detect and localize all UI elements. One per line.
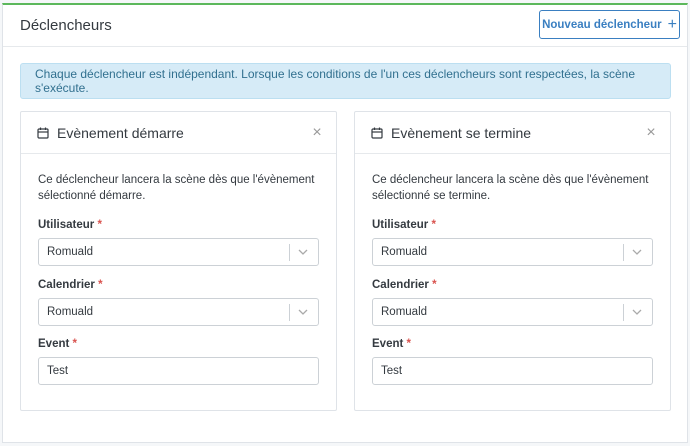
event-label: Event * [38,338,77,350]
info-alert-text: Chaque déclencheur est indépendant. Lors… [35,67,636,95]
user-label-text: Utilisateur [372,219,429,231]
calendar-label-text: Calendrier [38,279,95,291]
select-separator [289,304,290,321]
calendar-select[interactable]: Romuald [372,298,653,326]
trigger-card-event-start: Evènement démarre × Ce déclencheur lance… [20,111,337,411]
trigger-card-event-end: Evènement se termine × Ce déclencheur la… [354,111,671,411]
triggers-panel: Déclencheurs Nouveau déclencheur + Chaqu… [2,3,688,443]
user-select-value: Romuald [47,246,94,258]
chevron-down-icon [298,309,308,315]
info-alert: Chaque déclencheur est indépendant. Lors… [20,63,671,99]
user-label-text: Utilisateur [38,219,95,231]
card-title: Evènement démarre [57,125,184,141]
user-select[interactable]: Romuald [38,238,319,266]
chevron-down-icon [632,249,642,255]
calendar-label: Calendrier * [372,279,437,291]
event-label-text: Event [372,338,404,350]
card-title: Evènement se termine [391,125,532,141]
required-mark: * [406,338,412,350]
close-icon[interactable]: × [644,125,658,141]
required-mark: * [432,279,437,291]
required-mark: * [72,338,78,350]
user-select-value: Romuald [381,246,428,258]
plus-icon: + [667,15,677,33]
panel-title: Déclencheurs [20,17,112,34]
user-label: Utilisateur * [372,219,436,231]
event-label-text: Event [38,338,70,350]
calendar-label: Calendrier * [38,279,103,291]
select-separator [623,244,624,261]
card-header: Evènement se termine × [355,112,670,154]
calendar-select-value: Romuald [47,306,94,318]
calendar-icon [371,127,383,139]
chevron-down-icon [632,309,642,315]
card-description: Ce déclencheur lancera la scène dès que … [38,174,315,202]
required-mark: * [97,219,102,231]
close-icon[interactable]: × [310,125,324,141]
card-description: Ce déclencheur lancera la scène dès que … [372,174,649,202]
event-input[interactable] [38,357,319,385]
new-trigger-label: Nouveau déclencheur [542,18,662,31]
chevron-down-icon [298,249,308,255]
user-select[interactable]: Romuald [372,238,653,266]
required-mark: * [98,279,103,291]
user-label: Utilisateur * [38,219,102,231]
new-trigger-button[interactable]: Nouveau déclencheur + [539,10,680,39]
event-input[interactable] [372,357,653,385]
panel-header: Déclencheurs Nouveau déclencheur + [3,5,687,47]
calendar-icon [37,127,49,139]
card-header: Evènement démarre × [21,112,336,154]
calendar-label-text: Calendrier [372,279,429,291]
select-separator [623,304,624,321]
calendar-select-value: Romuald [381,306,428,318]
calendar-select[interactable]: Romuald [38,298,319,326]
select-separator [289,244,290,261]
event-label: Event * [372,338,411,350]
required-mark: * [431,219,436,231]
